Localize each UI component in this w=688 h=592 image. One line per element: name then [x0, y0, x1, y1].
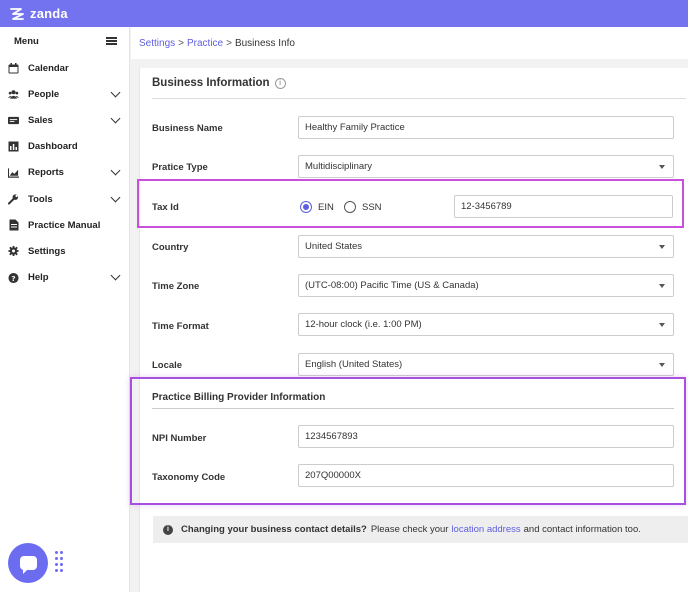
time-zone-select[interactable]: (UTC-08:00) Pacific Time (US & Canada): [298, 274, 674, 297]
calendar-icon: [8, 62, 19, 74]
zanda-logo-icon: [10, 7, 24, 20]
business-name-input[interactable]: Healthy Family Practice: [298, 116, 674, 139]
sidebar-item-label: Reports: [28, 167, 64, 179]
sidebar-item-tools[interactable]: Tools: [0, 186, 129, 212]
dashboard-icon: [8, 141, 19, 152]
sidebar-item-label: Dashboard: [28, 141, 78, 153]
notice-text-after: and contact information too.: [523, 524, 641, 535]
gear-icon: [8, 246, 19, 257]
people-icon: [8, 89, 19, 100]
notice-heading: Changing your business contact details?: [181, 524, 367, 535]
chevron-down-icon[interactable]: [110, 270, 121, 281]
chevron-down-icon[interactable]: [110, 113, 121, 124]
sidebar-item-dashboard[interactable]: Dashboard: [0, 134, 129, 160]
chat-launcher-button[interactable]: [8, 543, 48, 583]
tax-id-highlight-box: [137, 179, 684, 228]
sidebar-item-label: People: [28, 88, 60, 100]
sidebar: Menu Calendar People Sales Dashboard Rep…: [0, 27, 130, 592]
time-format-select[interactable]: 12-hour clock (i.e. 1:00 PM): [298, 313, 674, 336]
breadcrumb-current: Business Info: [234, 37, 295, 49]
sidebar-item-label: Settings: [28, 245, 66, 257]
sidebar-item-people[interactable]: People: [0, 81, 129, 107]
billing-highlight-box: [130, 377, 686, 505]
chat-icon: [19, 556, 37, 574]
business-name-label: Business Name: [152, 123, 223, 134]
business-name-value: Healthy Family Practice: [305, 122, 405, 133]
country-select[interactable]: United States: [298, 235, 674, 258]
location-address-link[interactable]: location address: [451, 524, 520, 535]
caret-down-icon: [659, 165, 665, 169]
caret-down-icon: [659, 284, 665, 288]
caret-down-icon: [659, 245, 665, 249]
chevron-down-icon[interactable]: [110, 192, 121, 202]
breadcrumb: Settings > Practice > Business Info: [131, 27, 688, 59]
info-icon: i: [163, 524, 173, 535]
notice-text-before: Please check your: [370, 524, 449, 535]
sidebar-item-sales[interactable]: Sales: [0, 107, 129, 133]
chevron-down-icon[interactable]: [110, 87, 121, 98]
document-icon: [8, 219, 19, 231]
top-bar: zanda: [0, 0, 688, 27]
time-format-value: 12-hour clock (i.e. 1:00 PM): [305, 319, 422, 330]
time-zone-value: (UTC-08:00) Pacific Time (US & Canada): [305, 280, 479, 291]
sidebar-item-label: Help: [28, 272, 49, 284]
sales-icon: [8, 115, 19, 126]
zanda-logo[interactable]: zanda: [8, 5, 68, 23]
menu-label: Menu: [14, 35, 39, 47]
chevron-down-icon[interactable]: [110, 165, 121, 176]
contact-details-notice: i Changing your business contact details…: [153, 516, 688, 543]
sidebar-item-label: Practice Manual: [28, 219, 101, 231]
practice-type-value: Multidisciplinary: [305, 161, 373, 172]
breadcrumb-practice-link[interactable]: Practice: [187, 38, 223, 49]
practice-type-label: Pratice Type: [152, 162, 208, 173]
info-icon[interactable]: i: [274, 77, 286, 89]
sidebar-item-practice-manual[interactable]: Practice Manual: [0, 212, 129, 238]
divider: [152, 98, 686, 99]
page-title-text: Business Information: [152, 77, 270, 89]
caret-down-icon: [659, 323, 665, 327]
time-format-label: Time Format: [152, 321, 209, 332]
breadcrumb-settings-link[interactable]: Settings: [139, 38, 175, 49]
hamburger-icon[interactable]: [106, 37, 117, 45]
caret-down-icon: [659, 363, 665, 367]
practice-type-select[interactable]: Multidisciplinary: [298, 155, 674, 178]
country-label: Country: [152, 242, 189, 253]
business-info-panel: Business Information i Business Name Hea…: [139, 68, 688, 592]
locale-select[interactable]: English (United States): [298, 353, 674, 376]
locale-label: Locale: [152, 360, 183, 371]
help-icon: ?: [8, 272, 19, 283]
drag-handle-icon[interactable]: [55, 551, 63, 573]
country-value: United States: [305, 241, 363, 252]
time-zone-label: Time Zone: [152, 281, 200, 292]
sidebar-item-label: Calendar: [28, 62, 69, 74]
menu-header: Menu: [0, 27, 129, 55]
page-title: Business Information i: [152, 77, 286, 89]
brand-name: zanda: [30, 6, 68, 21]
breadcrumb-separator: >: [178, 37, 184, 49]
sidebar-item-reports[interactable]: Reports: [0, 160, 129, 186]
wrench-icon: [8, 194, 19, 205]
sidebar-item-label: Sales: [28, 114, 53, 126]
breadcrumb-separator: >: [226, 37, 232, 49]
sidebar-item-help[interactable]: ? Help: [0, 265, 129, 291]
locale-value: English (United States): [305, 359, 403, 370]
reports-icon: [8, 167, 19, 178]
svg-text:?: ?: [11, 273, 15, 282]
sidebar-item-calendar[interactable]: Calendar: [0, 55, 129, 81]
sidebar-item-label: Tools: [28, 193, 53, 205]
sidebar-item-settings[interactable]: Settings: [0, 238, 129, 264]
